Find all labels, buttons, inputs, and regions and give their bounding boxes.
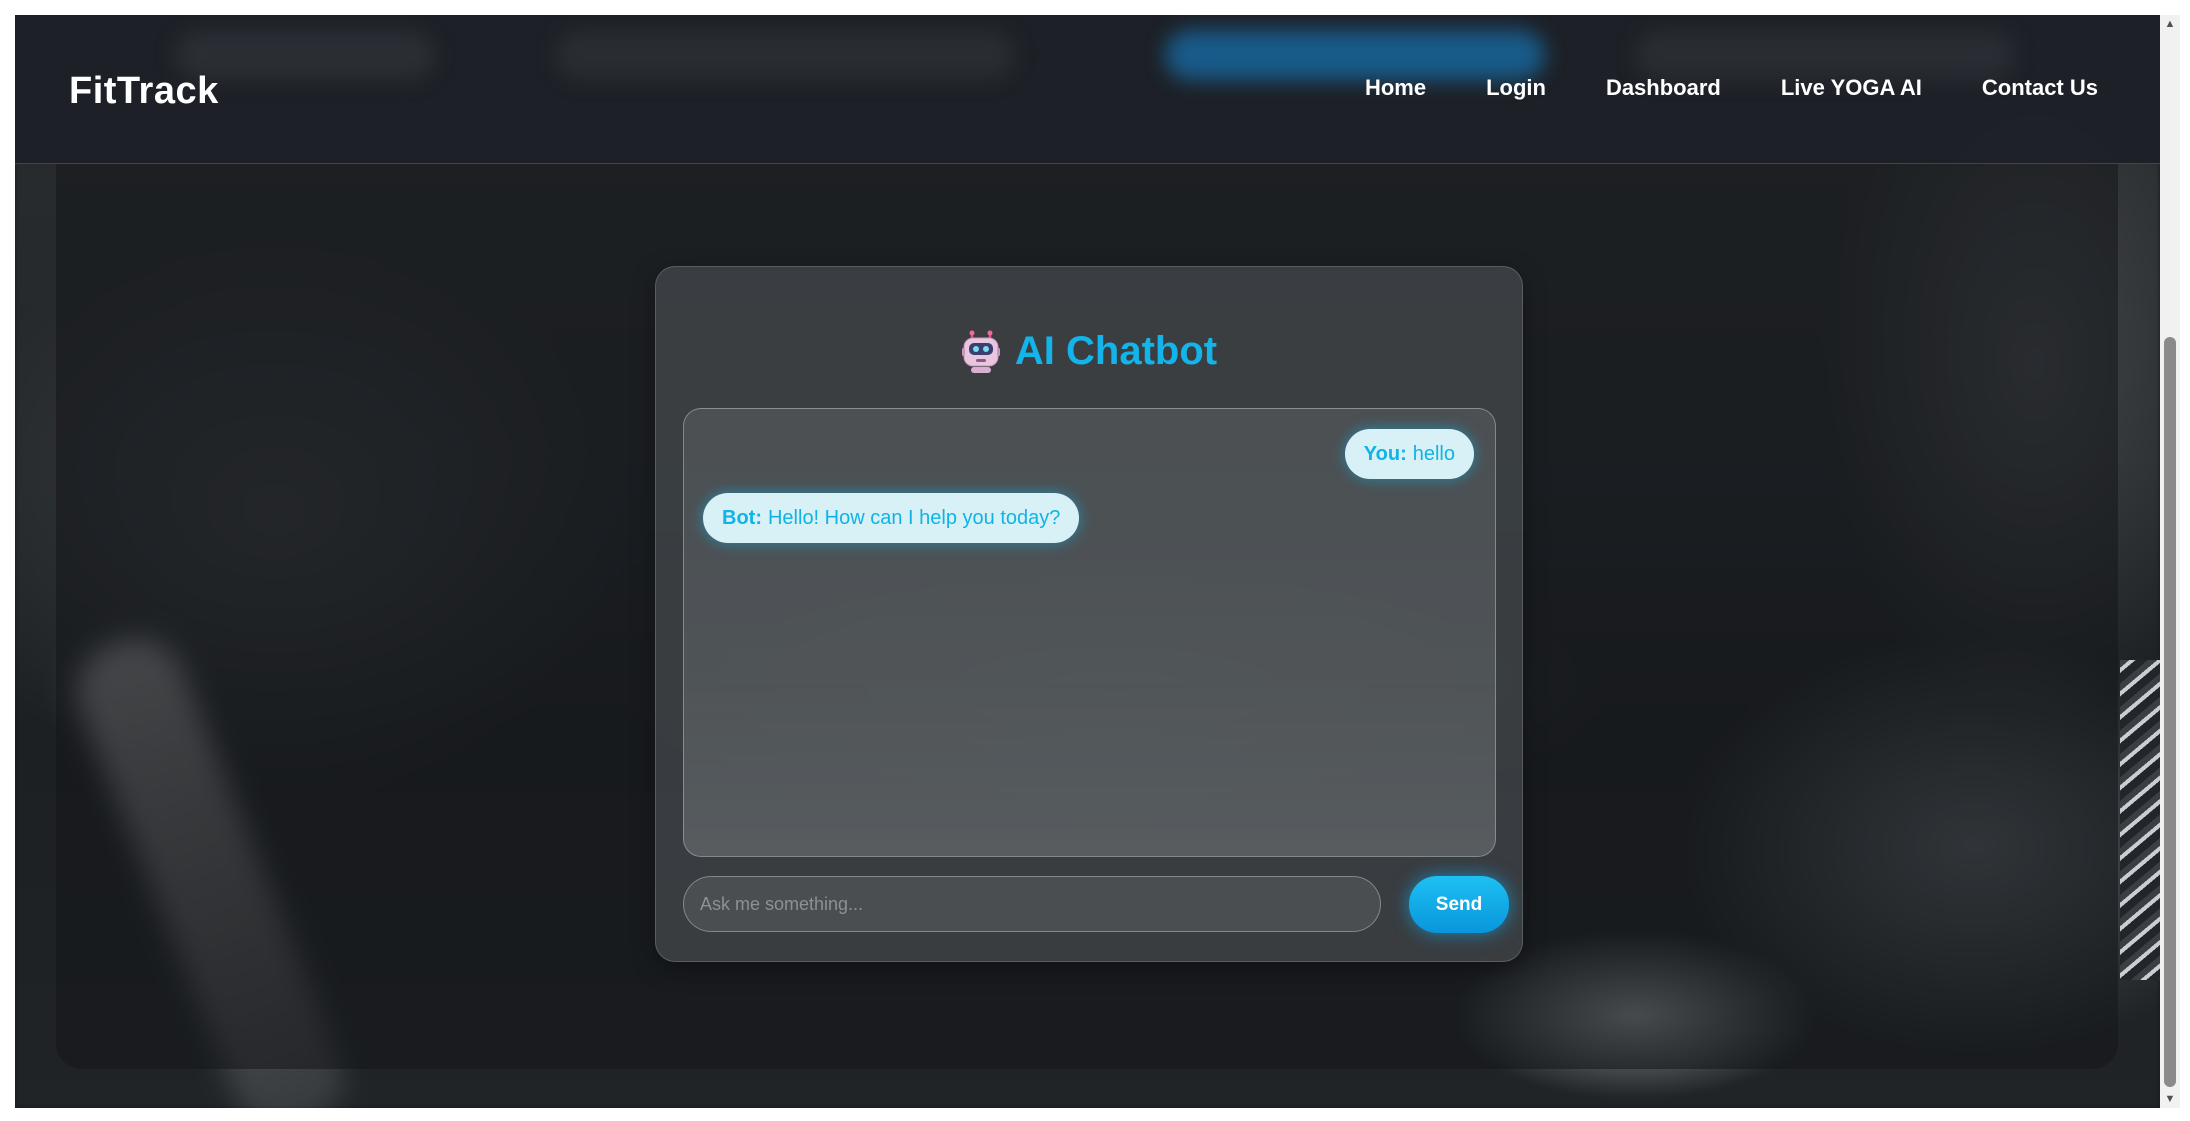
bot-message: Bot: Hello! How can I help you today? xyxy=(703,493,1080,543)
chat-messages[interactable]: You: hello Bot: Hello! How can I help you … xyxy=(683,408,1496,857)
robot-icon xyxy=(961,330,1001,374)
chatbot-title: AI Chatbot xyxy=(1014,329,1218,373)
nav-links: Home Login Dashboard Live YOGA AI Contac… xyxy=(1305,75,2098,101)
message-sender: You: xyxy=(1363,443,1407,465)
navbar-ghost-shape xyxy=(1635,30,2015,80)
message-sender: Bot: xyxy=(722,507,762,529)
brand-logo[interactable]: FitTrack xyxy=(69,70,219,113)
message-text: hello xyxy=(1412,443,1455,465)
chatbot-header: AI Chatbot xyxy=(656,329,1522,384)
nav-link-contact-us[interactable]: Contact Us xyxy=(1982,75,2098,101)
browser-viewport: FitTrack Home Login Dashboard Live YOGA … xyxy=(15,15,2160,1108)
scroll-up-arrow-icon[interactable]: ▲ xyxy=(2160,15,2180,33)
page-scrollbar[interactable]: ▲ ▼ xyxy=(2160,15,2180,1108)
background-strip xyxy=(2120,660,2160,980)
nav-link-dashboard[interactable]: Dashboard xyxy=(1606,75,1721,101)
chat-input[interactable] xyxy=(683,876,1381,932)
scroll-down-arrow-icon[interactable]: ▼ xyxy=(2160,1090,2180,1108)
user-message: You: hello xyxy=(1344,429,1474,479)
send-button[interactable]: Send xyxy=(1409,876,1509,933)
nav-link-live-yoga-ai[interactable]: Live YOGA AI xyxy=(1781,75,1922,101)
navbar-ghost-shape xyxy=(1165,30,1545,80)
navbar-ghost-shape xyxy=(555,30,1015,80)
chatbot-card: AI Chatbot You: hello Bot: Hello! How can … xyxy=(655,266,1523,962)
nav-link-home[interactable]: Home xyxy=(1365,75,1426,101)
navbar: FitTrack Home Login Dashboard Live YOGA … xyxy=(15,15,2160,164)
scrollbar-thumb[interactable] xyxy=(2164,337,2176,1087)
message-text: Hello! How can I help you today? xyxy=(767,507,1061,529)
nav-link-login[interactable]: Login xyxy=(1486,75,1546,101)
